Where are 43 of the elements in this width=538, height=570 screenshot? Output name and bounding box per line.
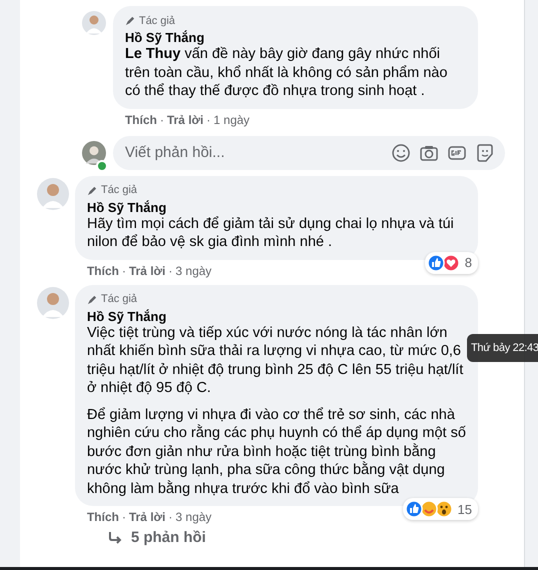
sticker-icon[interactable] [474,142,495,162]
view-replies-link[interactable]: 5 phản hồi [106,529,206,546]
avatar [82,140,106,164]
reaction-count: 15 [458,502,472,516]
action-link[interactable]: Thích [124,112,157,126]
action-link[interactable]: Trả lời [128,264,166,278]
separator-dot: · [168,264,173,278]
action-link[interactable]: Trả lời [166,112,204,126]
author-label: Tác giả [138,14,176,26]
pen-icon [124,15,136,26]
author-label: Tác giả [100,293,138,305]
separator-dot: · [122,510,126,524]
reaction-count: 8 [464,255,472,270]
author-name[interactable]: Hồ Sỹ Thắng [86,200,466,214]
author-label: Tác giả [100,184,138,196]
pen-icon [86,294,98,304]
pen-icon [86,184,98,196]
separator-dot: · [168,510,173,524]
hug-emoji-icon [420,500,438,518]
thumbs-up-icon [404,500,422,518]
timestamp-tooltip: Thứ bảy 22:43 [467,334,538,362]
reply-arrow-icon [106,530,123,546]
reaction-summary[interactable]: 15 [402,498,478,520]
timestamp[interactable]: 1 ngày [214,112,250,126]
action-link[interactable]: Trả lời [128,510,166,524]
separator-dot: · [206,112,211,126]
author-name[interactable]: Hồ Sỹ Thắng [124,30,466,45]
author-name[interactable]: Hồ Sỹ Thắng [86,308,466,324]
reaction-summary[interactable]: 8 [424,252,478,274]
separator-dot: · [160,112,164,126]
thumbs-up-icon [426,254,445,272]
comment-text: Le Thuy vấn đề này bây giờ đang gây nhức nhối trên toàn cầu, khổ nhất là không có sản phẩm nào có thể thay thế được đồ nhựa trong sinh hoạt . [124,45,448,100]
timestamp[interactable]: 3 ngày [176,510,212,524]
action-link[interactable]: Thích [86,510,119,524]
comment-text: Hãy tìm mọi cách để giảm tải sử dụng chai lọ nhựa và túi nilon để bảo vệ sk gia đình mình nhé . [86,215,455,252]
comment-text: Việc tiệt trùng và tiếp xúc với nước nóng là tác nhân lớn nhất khiến bình sữa thải ra lượng vi nhựa cao, từ mức 0,6 triệu hạt/lít ở nhiệt độ trung bình 25 độ C lên 55 triệu hạt/lít ở nhiệt độ 95 độ C. [86,324,464,398]
reply-input[interactable]: Viết phản hồi... [112,136,505,170]
surprised-emoji-icon [434,500,452,518]
separator-dot: · [122,264,126,278]
timestamp[interactable]: 3 ngày [176,264,212,278]
emoji-icon[interactable] [390,142,411,162]
action-link[interactable]: Thích [86,264,119,278]
comment-text: Để giảm lượng vi nhựa đi vào cơ thể trẻ sơ sinh, các nhà nghiên cứu cho rằng các phụ huynh có thể áp dụng một số bước đơn giản như rửa bình hoặc tiệt trùng bình bằng nước khử trùng lạnh, pha sữa công thức bằng vật dụng không làm bằng nhựa trước khi đổ vào bình sữa [86,406,466,498]
